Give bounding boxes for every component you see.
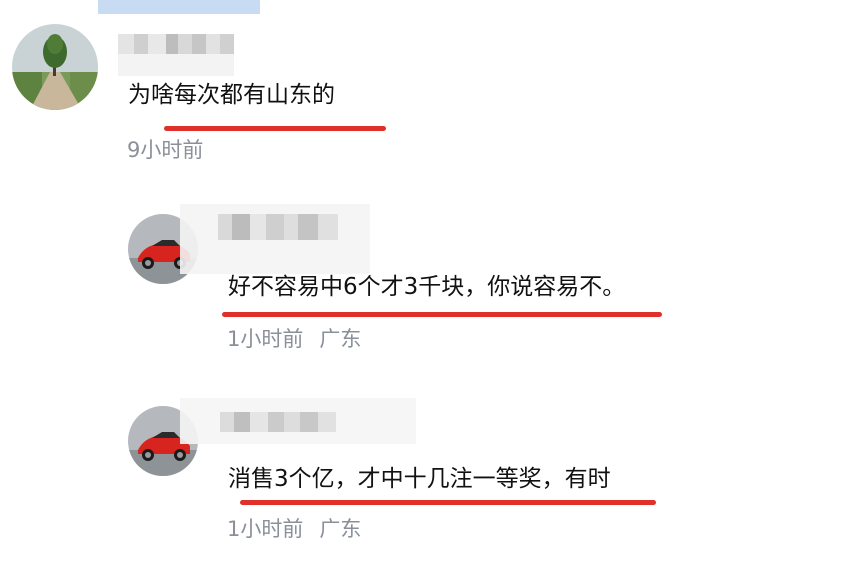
tree-road-icon — [12, 24, 98, 110]
comment-meta: 1小时前 广东 — [227, 516, 361, 542]
comment-time: 1小时前 — [227, 327, 304, 351]
username-blurred — [220, 412, 336, 432]
comment-time: 9小时前 — [127, 138, 204, 162]
red-underline — [240, 500, 656, 505]
comment-location: 广东 — [319, 327, 362, 351]
username-blurred — [118, 34, 234, 54]
comment-text: 为啥每次都有山东的 — [128, 82, 335, 108]
username-blurred — [218, 214, 338, 240]
blur-patch — [118, 54, 234, 76]
red-underline — [222, 312, 662, 317]
comment-text: 消售3个亿，才中十几注一等奖，有时 — [228, 466, 611, 492]
user-avatar[interactable] — [12, 24, 98, 110]
comment-time: 1小时前 — [227, 517, 304, 541]
comment-location: 广东 — [319, 517, 362, 541]
comment-meta: 1小时前 广东 — [227, 326, 361, 352]
comment-meta: 9小时前 — [127, 137, 203, 163]
comment-text: 好不容易中6个才3千块，你说容易不。 — [228, 274, 626, 300]
red-underline — [164, 126, 386, 131]
top-highlight-strip — [98, 0, 260, 14]
